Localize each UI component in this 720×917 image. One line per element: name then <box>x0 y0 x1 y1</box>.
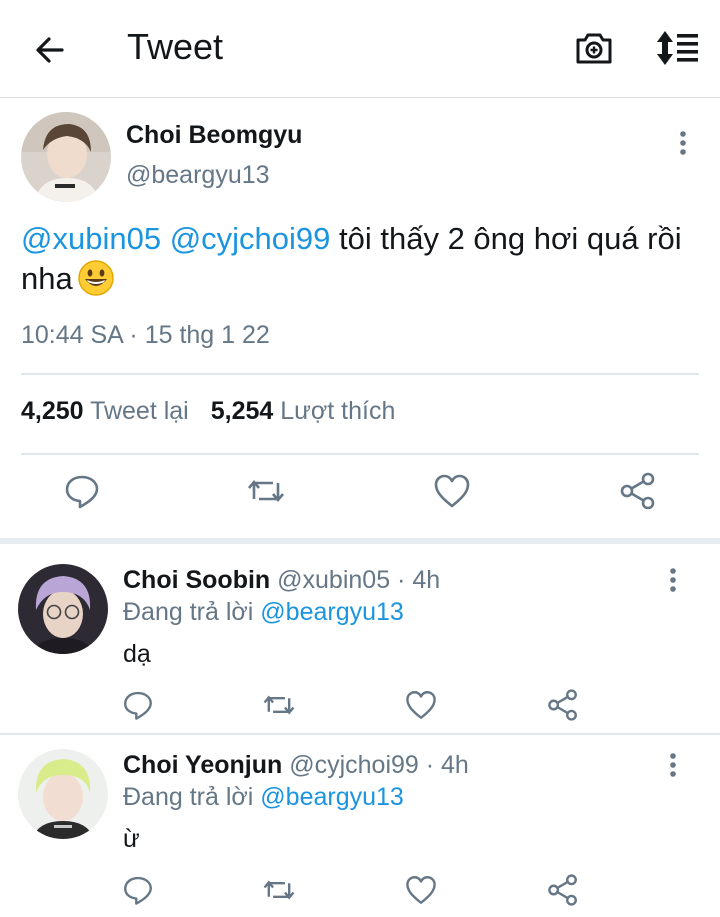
reply-author-name[interactable]: Choi Yeonjun <box>123 751 282 779</box>
retweet-icon[interactable] <box>246 471 286 511</box>
main-tweet: Choi Beomgyu @beargyu13 @xubin05 @cyjcho… <box>0 99 720 539</box>
share-icon[interactable] <box>546 688 586 728</box>
share-icon[interactable] <box>546 873 586 913</box>
reply-icon[interactable] <box>121 873 161 913</box>
retweet-icon[interactable] <box>262 873 302 913</box>
reply-text: ừ <box>123 825 140 853</box>
mention-link[interactable]: @xubin05 <box>21 221 161 256</box>
retweet-label[interactable]: Tweet lại <box>90 397 189 425</box>
avatar[interactable] <box>18 564 108 654</box>
grinning-face-emoji <box>77 259 115 297</box>
reply-tweet[interactable]: Choi Soobin @xubin05 · 4h Đang trả lời @… <box>0 544 720 732</box>
replying-label: Đang trả lời <box>123 783 261 811</box>
arrow-left-icon[interactable] <box>30 30 70 70</box>
sort-icon[interactable] <box>653 28 701 68</box>
tweet-actions <box>0 471 720 517</box>
reply-icon[interactable] <box>62 471 102 511</box>
more-options-icon[interactable] <box>662 751 684 781</box>
like-heart-icon[interactable] <box>404 688 444 728</box>
reply-author-name[interactable]: Choi Soobin <box>123 566 270 594</box>
tweet-stats: 4,250 Tweet lại 5,254 Lượt thích <box>21 397 395 426</box>
share-icon[interactable] <box>618 471 658 511</box>
like-heart-icon[interactable] <box>432 471 472 511</box>
replying-label: Đang trả lời <box>123 598 261 626</box>
replying-to: Đang trả lời @beargyu13 <box>123 783 404 812</box>
tweet-text: @xubin05 @cyjchoi99 tôi thấy 2 ông hơi q… <box>21 219 691 299</box>
more-options-icon[interactable] <box>672 129 694 159</box>
retweet-icon[interactable] <box>262 688 302 728</box>
reply-header: Choi Yeonjun @cyjchoi99 · 4h <box>123 751 469 780</box>
page-title: Tweet <box>127 26 224 67</box>
reply-tweet[interactable]: Choi Yeonjun @cyjchoi99 · 4h Đang trả lờ… <box>0 735 720 917</box>
reply-header: Choi Soobin @xubin05 · 4h <box>123 566 440 595</box>
tweet-timestamp: 10:44 SA · 15 thg 1 22 <box>21 321 270 349</box>
reply-text: dạ <box>123 640 151 668</box>
like-label[interactable]: Lượt thích <box>280 397 395 425</box>
like-count[interactable]: 5,254 <box>211 397 274 425</box>
divider <box>21 453 699 455</box>
author-handle[interactable]: @beargyu13 <box>126 161 270 190</box>
mention-link[interactable]: @beargyu13 <box>260 783 404 811</box>
avatar[interactable] <box>21 112 111 202</box>
reply-meta: @cyjchoi99 · 4h <box>282 751 469 779</box>
camera-icon[interactable] <box>574 28 614 68</box>
reply-icon[interactable] <box>121 688 161 728</box>
author-name[interactable]: Choi Beomgyu <box>126 121 302 150</box>
like-heart-icon[interactable] <box>404 873 444 913</box>
retweet-count[interactable]: 4,250 <box>21 397 84 425</box>
mention-link[interactable]: @beargyu13 <box>260 598 404 626</box>
more-options-icon[interactable] <box>662 566 684 596</box>
top-app-bar: Tweet <box>0 0 720 98</box>
avatar[interactable] <box>18 749 108 839</box>
replying-to: Đang trả lời @beargyu13 <box>123 598 404 627</box>
mention-link[interactable]: @cyjchoi99 <box>170 221 331 256</box>
divider <box>21 373 699 375</box>
reply-meta: @xubin05 · 4h <box>270 566 441 594</box>
